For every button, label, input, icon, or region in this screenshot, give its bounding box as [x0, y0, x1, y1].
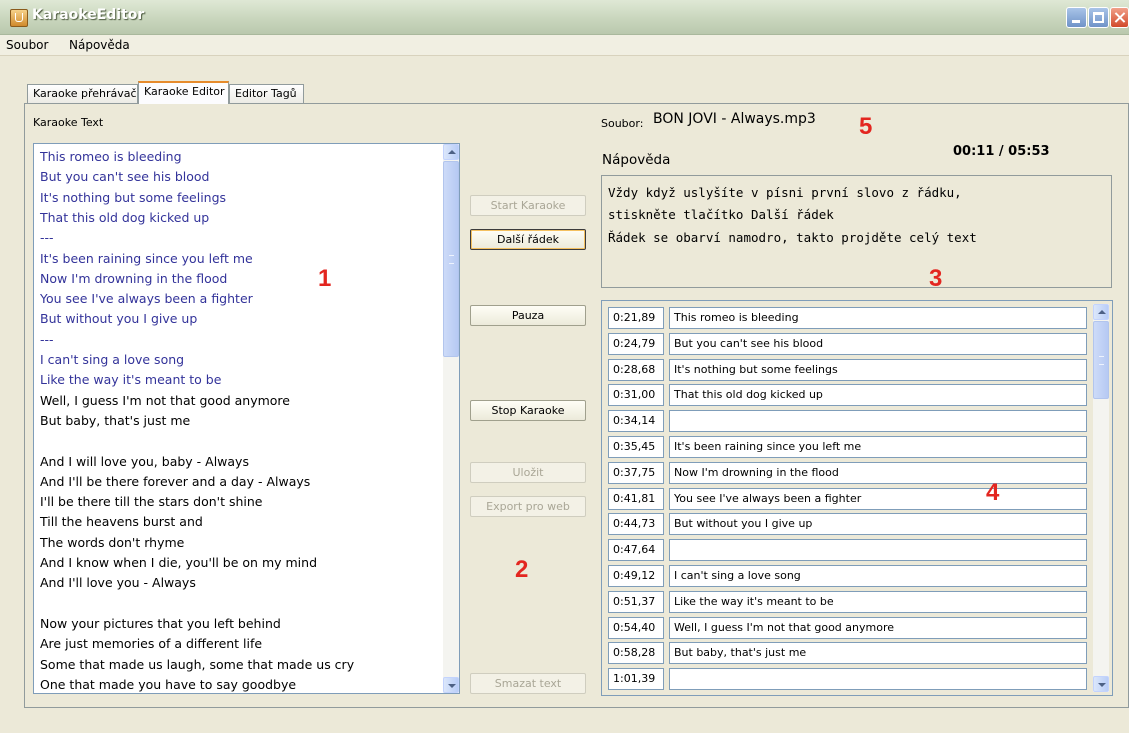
next-line-button[interactable]: Další řádek [470, 229, 586, 250]
annotation-marker: 4 [986, 479, 1000, 506]
lyric-line: One that made you have to say goodbye [40, 676, 297, 692]
tag-text-field[interactable]: Like the way it's meant to be [669, 590, 1087, 613]
maximize-icon[interactable] [1088, 7, 1109, 28]
lyric-line: But baby, that's just me [40, 412, 191, 428]
lyric-line: I'll be there till the stars don't shine [40, 494, 263, 510]
lyric-line: I can't sing a love song [40, 352, 185, 367]
tag-text-field[interactable]: You see I've always been a fighter [669, 487, 1087, 510]
annotation-marker: 5 [859, 113, 873, 140]
annotation-marker: 3 [929, 265, 943, 292]
tag-time-field[interactable]: 0:49,12 [608, 565, 664, 587]
help-line: Vždy když uslyšíte v písni první slovo z… [608, 185, 962, 200]
tag-time-field[interactable]: 0:35,45 [608, 436, 664, 458]
lyric-line: Now I'm drowning in the flood [40, 270, 228, 286]
lyric-line: And I know when I die, you'll be on my m… [40, 555, 318, 570]
lyric-line: That this old dog kicked up [40, 209, 210, 225]
scroll-up-icon[interactable] [1093, 304, 1109, 320]
menu-bar: Soubor Nápověda [0, 35, 1129, 56]
tag-text-field[interactable]: Now I'm drowning in the flood [669, 461, 1087, 484]
playback-time: 00:11 / 05:53 [953, 144, 1050, 159]
karaoke-text-label: Karaoke Text [33, 116, 104, 129]
scroll-up-icon[interactable] [443, 144, 459, 160]
tab-karaoke-editor[interactable]: Karaoke Editor [138, 81, 229, 104]
lyric-line: --- [40, 230, 54, 246]
help-line: Řádek se obarví namodro, takto projděte … [608, 230, 977, 245]
lyric-line: And I'll love you - Always [40, 575, 196, 591]
lyric-line: You see I've always been a fighter [40, 291, 253, 307]
tag-table-scrollbar[interactable] [1093, 304, 1109, 692]
tag-text-field[interactable]: This romeo is bleeding [669, 307, 1087, 329]
stop-karaoke-button[interactable]: Stop Karaoke [470, 400, 586, 421]
tab-tag-editor[interactable]: Editor Tagů [229, 84, 304, 103]
lyrics-scrollbar[interactable] [443, 144, 459, 693]
tag-time-field[interactable]: 0:28,68 [608, 358, 664, 381]
help-textarea: Vždy když uslyšíte v písni první slovo z… [601, 175, 1112, 288]
lyric-line: --- [40, 331, 54, 347]
lyric-line: It's been raining since you left me [40, 250, 253, 266]
lyric-line: The words don't rhyme [40, 534, 185, 550]
tag-text-field[interactable]: It's been raining since you left me [669, 436, 1087, 458]
tag-text-field[interactable]: Well, I guess I'm not that good anymore [669, 616, 1087, 639]
tag-time-field[interactable]: 0:34,14 [608, 410, 664, 433]
tag-time-field[interactable]: 0:24,79 [608, 332, 664, 355]
tag-text-field[interactable]: But without you I give up [669, 513, 1087, 536]
tag-time-field[interactable]: 0:47,64 [608, 539, 664, 562]
tag-time-field[interactable]: 0:44,73 [608, 513, 664, 536]
tag-time-field[interactable]: 0:41,81 [608, 487, 664, 510]
scroll-thumb[interactable] [443, 161, 459, 357]
tab-karaoke-player[interactable]: Karaoke přehrávač [27, 84, 138, 103]
app-window: KaraokeEditor Soubor Nápověda Karaoke př… [0, 0, 1129, 733]
pause-button[interactable]: Pauza [470, 305, 586, 326]
file-name: BON JOVI - Always.mp3 [653, 111, 816, 127]
clear-text-button[interactable]: Smazat text [470, 673, 586, 694]
file-label: Soubor: [601, 117, 644, 130]
help-label: Nápověda [602, 152, 671, 168]
tag-time-field[interactable]: 0:31,00 [608, 384, 664, 407]
tag-text-field[interactable] [669, 668, 1087, 691]
lyric-line: And I will love you, baby - Always [40, 453, 249, 469]
lyric-line: But you can't see his blood [40, 169, 210, 185]
scroll-down-icon[interactable] [1093, 676, 1109, 692]
lyric-line: Till the heavens burst and [40, 514, 203, 530]
tag-text-field[interactable] [669, 539, 1087, 562]
start-karaoke-button[interactable]: Start Karaoke [470, 195, 586, 216]
tag-time-field[interactable]: 0:54,40 [608, 616, 664, 639]
scroll-thumb[interactable] [1093, 321, 1109, 399]
tag-text-field[interactable]: It's nothing but some feelings [669, 358, 1087, 381]
lyric-line: Well, I guess I'm not that good anymore [40, 392, 290, 408]
tag-table: 0:21,89 This romeo is bleeding 0:24,79 But … [601, 300, 1113, 696]
lyric-line: Some that made us laugh, some that made … [40, 656, 355, 672]
window-title: KaraokeEditor [32, 7, 145, 23]
tag-text-field[interactable]: But you can't see his blood [669, 332, 1087, 355]
export-web-button[interactable]: Export pro web [470, 496, 586, 517]
tag-time-field[interactable]: 0:37,75 [608, 461, 664, 484]
tag-text-field[interactable]: That this old dog kicked up [669, 384, 1087, 407]
tag-time-field[interactable]: 0:51,37 [608, 590, 664, 613]
lyric-line: Are just memories of a different life [40, 636, 263, 652]
lyric-line: This romeo is bleeding [40, 149, 182, 164]
annotation-marker: 2 [515, 556, 529, 583]
tag-time-field[interactable]: 0:58,28 [608, 642, 664, 665]
lyrics-textarea[interactable]: This romeo is bleeding But you can't see … [33, 143, 460, 694]
tag-time-field[interactable]: 1:01,39 [608, 668, 664, 691]
tag-text-field[interactable]: I can't sing a love song [669, 565, 1087, 587]
lyric-line: Like the way it's meant to be [40, 372, 222, 388]
minimize-icon[interactable] [1066, 7, 1087, 28]
tag-text-field[interactable] [669, 410, 1087, 433]
lyric-line: But without you I give up [40, 311, 198, 327]
menu-soubor[interactable]: Soubor [6, 38, 48, 52]
help-line: stiskněte tlačítko Další řádek [608, 207, 834, 222]
scroll-down-icon[interactable] [443, 677, 459, 693]
tag-text-field[interactable]: But baby, that's just me [669, 642, 1087, 665]
close-icon[interactable] [1110, 7, 1129, 28]
annotation-marker: 1 [318, 265, 332, 292]
menu-napoveda[interactable]: Nápověda [69, 38, 130, 52]
lyric-line: Now your pictures that you left behind [40, 615, 281, 631]
lyric-line: And I'll be there forever and a day - Al… [40, 473, 311, 489]
save-button[interactable]: Uložit [470, 462, 586, 483]
lyric-line: It's nothing but some feelings [40, 189, 227, 205]
title-bar[interactable]: KaraokeEditor [0, 0, 1129, 35]
java-app-icon [10, 9, 28, 27]
tag-time-field[interactable]: 0:21,89 [608, 307, 664, 329]
